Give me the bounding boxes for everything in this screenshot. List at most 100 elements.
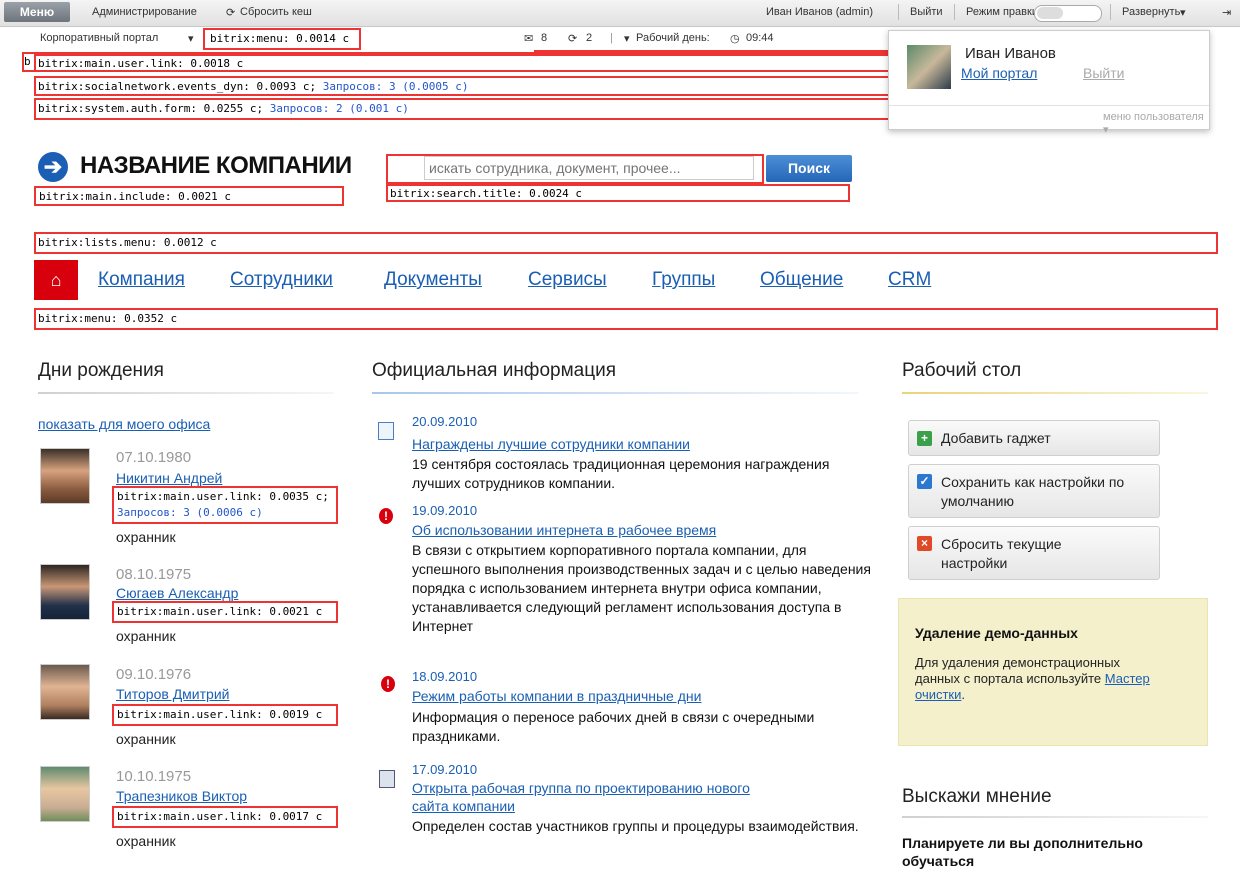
news-date: 18.09.2010 bbox=[412, 669, 478, 684]
save-default-button[interactable]: ✓ Сохранить как настройки по умолчанию bbox=[908, 464, 1160, 518]
menu-button[interactable]: Меню bbox=[4, 2, 70, 22]
workday-time[interactable]: 09:44 bbox=[746, 32, 774, 44]
avatar[interactable] bbox=[40, 766, 90, 822]
messages-count[interactable]: 8 bbox=[541, 32, 547, 44]
check-icon: ✓ bbox=[917, 474, 932, 489]
reset-settings-button[interactable]: × Сбросить текущие настройки bbox=[908, 526, 1160, 580]
admin-logout-link[interactable]: Выйти bbox=[910, 6, 943, 18]
desktop-title: Рабочий стол bbox=[902, 360, 1022, 381]
show-office-link[interactable]: показать для моего офиса bbox=[38, 416, 210, 432]
home-icon[interactable]: ⌂ bbox=[34, 260, 78, 300]
search-input[interactable] bbox=[424, 156, 754, 180]
administration-link[interactable]: Администрирование bbox=[92, 6, 197, 18]
user-menu-popup: Иван Иванов Мой портал Выйти меню пользо… bbox=[888, 30, 1210, 136]
document-icon bbox=[378, 422, 394, 440]
logo-arrow-icon[interactable]: ➔ bbox=[38, 152, 68, 182]
nav-documents[interactable]: Документы bbox=[384, 269, 482, 291]
divider: | bbox=[610, 32, 613, 44]
clock-icon: ◷ bbox=[730, 33, 740, 45]
debug-search: bitrix:search.title: 0.0024 с bbox=[390, 187, 583, 200]
debug-box bbox=[34, 308, 1218, 330]
debug-socnet: bitrix:socialnetwork.events_dyn: 0.0093 … bbox=[38, 80, 469, 93]
news-title-link[interactable]: Открыта рабочая группа по проектированию… bbox=[412, 780, 750, 796]
debug-ul1-queries: Запросов: 3 (0.0006 с) bbox=[117, 506, 263, 519]
clear-cache-link[interactable]: Сбросить кеш bbox=[240, 6, 312, 18]
debug-ul1: bitrix:main.user.link: 0.0035 с; bbox=[117, 490, 329, 503]
poll-title: Выскажи мнение bbox=[902, 786, 1052, 807]
debug-prefix: b bbox=[24, 55, 31, 68]
news-date: 17.09.2010 bbox=[412, 762, 478, 777]
messages-icon[interactable]: ✉ bbox=[524, 32, 533, 45]
demo-title: Удаление демо-данных bbox=[915, 625, 1078, 641]
avatar[interactable] bbox=[40, 448, 90, 504]
avatar[interactable] bbox=[40, 564, 90, 620]
news-title-link[interactable]: Награждены лучшие сотрудники компании bbox=[412, 436, 690, 452]
expand-link[interactable]: Развернуть bbox=[1122, 6, 1180, 18]
person-name-link[interactable]: Никитин Андрей bbox=[116, 470, 222, 486]
news-date: 19.09.2010 bbox=[412, 503, 478, 518]
debug-menu-bottom: bitrix:menu: 0.0352 с bbox=[38, 312, 178, 325]
portal-selector[interactable]: Корпоративный портал bbox=[40, 32, 158, 44]
chevron-down-icon: ▾ bbox=[624, 33, 630, 45]
news-title-link[interactable]: Об использовании интернета в рабочее вре… bbox=[412, 522, 716, 538]
debug-ul2: bitrix:main.user.link: 0.0021 с bbox=[117, 605, 323, 618]
news-title-link[interactable]: Режим работы компании в праздничные дни bbox=[412, 688, 701, 704]
avatar[interactable] bbox=[40, 664, 90, 720]
popup-user-name: Иван Иванов bbox=[965, 45, 1056, 62]
person-job: охранник bbox=[116, 529, 176, 545]
refresh-icon[interactable]: ⟳ bbox=[226, 6, 235, 19]
company-name[interactable]: НАЗВАНИЕ КОМПАНИИ bbox=[80, 152, 352, 180]
user-menu-link[interactable]: меню пользователя ▾ bbox=[1103, 111, 1209, 136]
edit-mode-toggle[interactable] bbox=[1034, 5, 1102, 22]
debug-include: bitrix:main.include: 0.0021 с bbox=[39, 190, 232, 203]
debug-user-link-top: bitrix:main.user.link: 0.0018 с bbox=[38, 57, 244, 70]
person-name-link[interactable]: Титоров Дмитрий bbox=[116, 686, 229, 702]
updates-count[interactable]: 2 bbox=[586, 32, 592, 44]
news-title-link-cont[interactable]: сайта компании bbox=[412, 798, 515, 814]
birth-date: 08.10.1975 bbox=[116, 566, 192, 583]
person-job: охранник bbox=[116, 628, 176, 644]
demo-data-panel: Удаление демо-данных Для удаления демонс… bbox=[898, 598, 1208, 746]
poll-question: Планируете ли вы дополнительно обучаться bbox=[902, 835, 1143, 869]
divider bbox=[902, 392, 1208, 394]
nav-employees[interactable]: Сотрудники bbox=[230, 269, 333, 291]
debug-auth: bitrix:system.auth.form: 0.0255 с; Запро… bbox=[38, 102, 409, 115]
news-date: 20.09.2010 bbox=[412, 414, 478, 429]
birth-date: 10.10.1975 bbox=[116, 768, 192, 785]
workday-label[interactable]: Рабочий день: bbox=[636, 32, 710, 44]
pin-icon[interactable]: ⇥ bbox=[1222, 6, 1231, 19]
nav-company[interactable]: Компания bbox=[98, 269, 185, 291]
nav-crm[interactable]: CRM bbox=[888, 269, 931, 291]
person-name-link[interactable]: Сюгаев Александр bbox=[116, 585, 238, 601]
person-job: охранник bbox=[116, 833, 176, 849]
document-icon bbox=[379, 770, 395, 788]
person-name-link[interactable]: Трапезников Виктор bbox=[116, 788, 247, 804]
news-body: Определен состав участников группы и про… bbox=[412, 818, 859, 834]
alert-icon: ! bbox=[379, 508, 393, 524]
person-job: охранник bbox=[116, 731, 176, 747]
birth-date: 09.10.1976 bbox=[116, 666, 192, 683]
my-portal-link[interactable]: Мой портал bbox=[961, 65, 1037, 81]
nav-communication[interactable]: Общение bbox=[760, 269, 843, 291]
debug-ul3: bitrix:main.user.link: 0.0019 с bbox=[117, 708, 323, 721]
popup-logout-link[interactable]: Выйти bbox=[1083, 65, 1124, 81]
news-body: 19 сентября состоялась традиционная цере… bbox=[412, 456, 830, 491]
chevron-down-icon: ▾ bbox=[188, 33, 194, 45]
news-body: В связи с открытием корпоративного порта… bbox=[412, 542, 871, 634]
debug-menu-top: bitrix:menu: 0.0014 с bbox=[210, 32, 350, 45]
nav-services[interactable]: Сервисы bbox=[528, 269, 607, 291]
add-gadget-button[interactable]: + Добавить гаджет bbox=[908, 420, 1160, 456]
avatar[interactable] bbox=[907, 45, 951, 89]
divider bbox=[38, 392, 334, 394]
birth-date: 07.10.1980 bbox=[116, 449, 192, 466]
debug-lists-menu: bitrix:lists.menu: 0.0012 с bbox=[38, 236, 217, 249]
birthdays-title: Дни рождения bbox=[38, 360, 164, 381]
chevron-down-icon: ▾ bbox=[1180, 7, 1186, 19]
updates-icon[interactable]: ⟳ bbox=[568, 32, 577, 45]
admin-user-name[interactable]: Иван Иванов (admin) bbox=[766, 6, 873, 18]
alert-icon: ! bbox=[381, 676, 395, 692]
news-body: Информация о переносе рабочих дней в свя… bbox=[412, 709, 815, 744]
search-button[interactable]: Поиск bbox=[766, 155, 852, 182]
nav-groups[interactable]: Группы bbox=[652, 269, 715, 291]
divider bbox=[902, 816, 1208, 818]
